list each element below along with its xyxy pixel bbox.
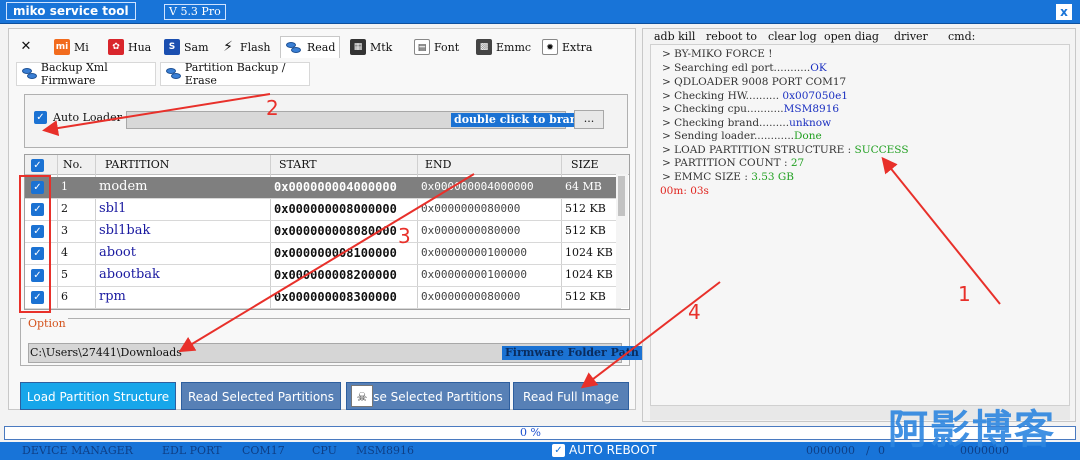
arrow-1 — [881, 156, 1001, 305]
annotation-number-4: 4 — [688, 300, 701, 324]
annotation-number-1: 1 — [958, 282, 971, 306]
arrow-3 — [178, 173, 475, 353]
checkbox-highlight-box — [19, 175, 51, 313]
watermark: 阿影博客 — [888, 407, 1056, 453]
annotation-number-3: 3 — [398, 224, 411, 248]
annotation-number-2: 2 — [266, 96, 279, 120]
arrow-2 — [42, 93, 271, 136]
arrow-4 — [580, 281, 721, 389]
annotation-overlay — [19, 93, 1001, 389]
